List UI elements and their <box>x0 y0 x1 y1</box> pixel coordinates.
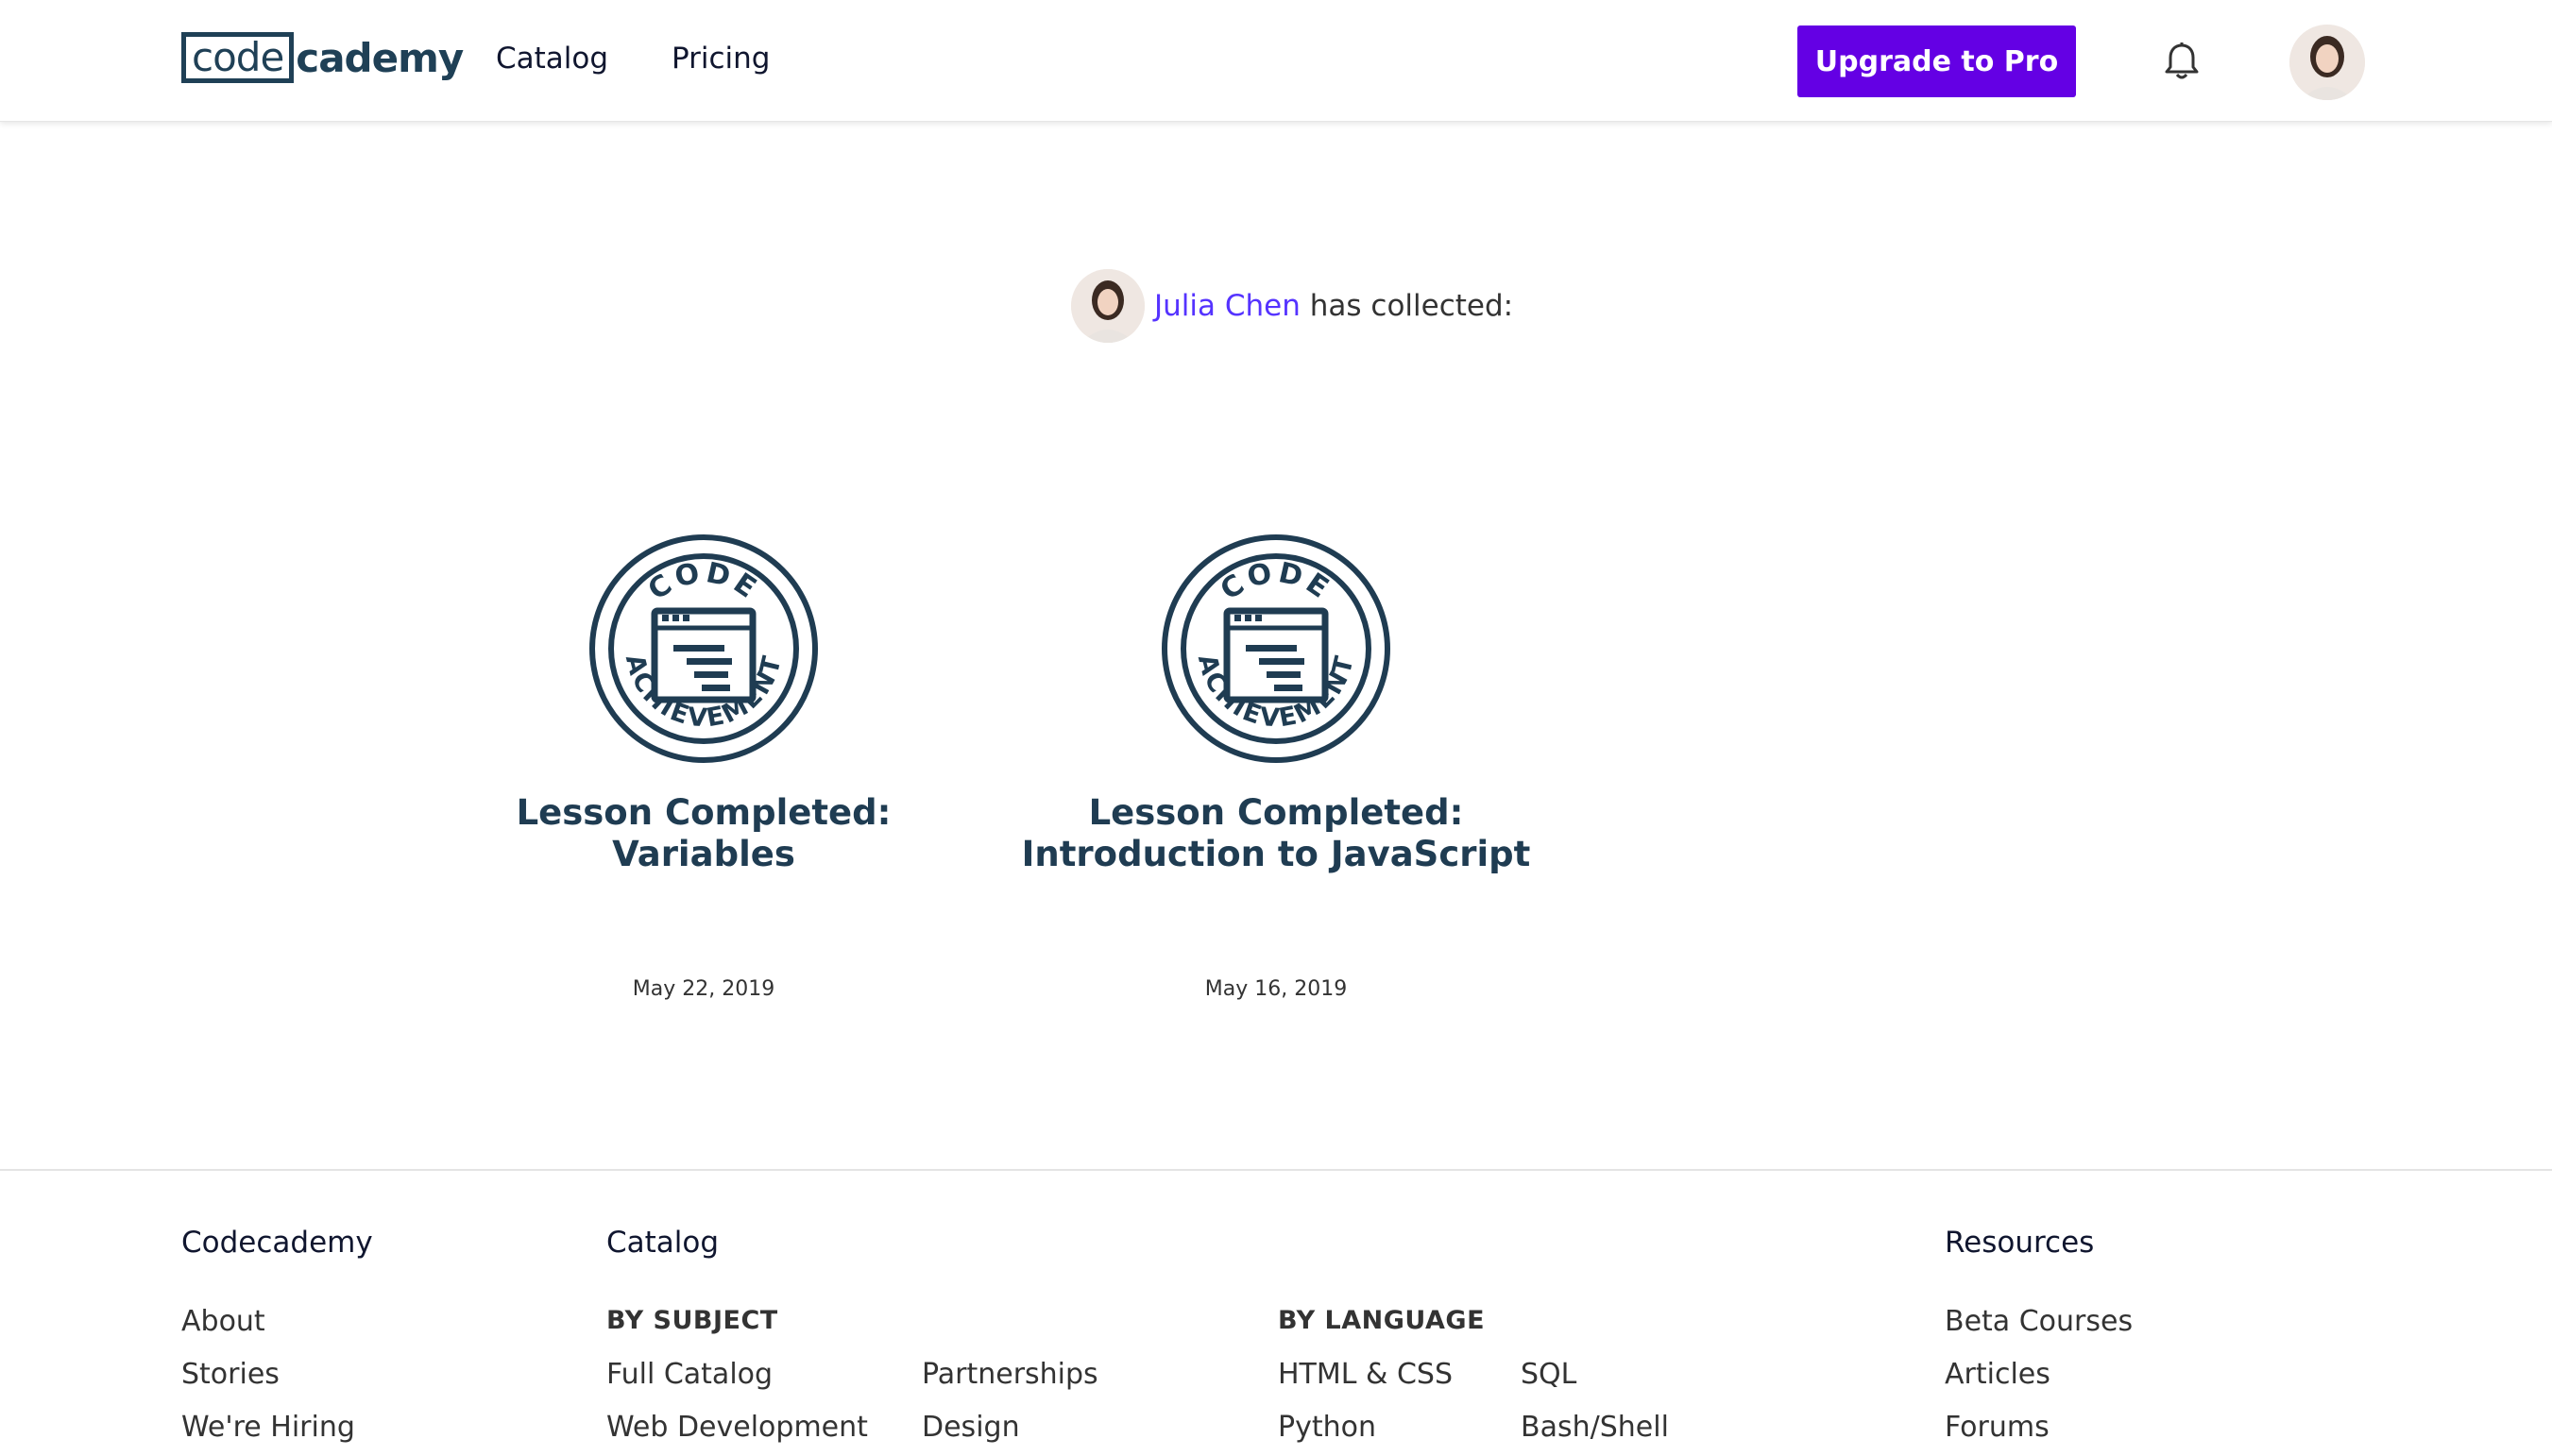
footer-link-python[interactable]: Python <box>1278 1411 1376 1444</box>
footer-catalog-heading: Catalog <box>606 1226 720 1260</box>
collected-text: has collected: <box>1309 289 1514 323</box>
footer-link-about[interactable]: About <box>181 1305 265 1338</box>
profile-avatar[interactable] <box>1071 269 1145 343</box>
footer-link-articles[interactable]: Articles <box>1945 1358 2050 1391</box>
profile-user-link[interactable]: Julia Chen <box>1154 289 1301 323</box>
footer-link-design[interactable]: Design <box>922 1411 1020 1444</box>
footer-link-full-catalog[interactable]: Full Catalog <box>606 1358 773 1391</box>
footer-resources-heading: Resources <box>1945 1226 2095 1260</box>
footer-link-beta-courses[interactable]: Beta Courses <box>1945 1305 2133 1338</box>
code-achievement-badge-icon: CODE ACHIEVEMENT <box>1162 534 1390 763</box>
footer-link-sql[interactable]: SQL <box>1521 1358 1576 1391</box>
footer-by-language-label: BY LANGUAGE <box>1278 1306 1486 1335</box>
bell-icon[interactable] <box>2163 42 2201 81</box>
site-footer: Codecademy About Stories We're Hiring Ca… <box>0 1169 2552 1456</box>
code-achievement-badge-icon: CODE ACHIEVEMENT <box>589 534 818 763</box>
footer-by-subject-label: BY SUBJECT <box>606 1306 778 1335</box>
footer-codecademy-heading: Codecademy <box>181 1226 373 1260</box>
footer-link-partnerships[interactable]: Partnerships <box>922 1358 1098 1391</box>
user-avatar[interactable] <box>2289 25 2365 100</box>
footer-link-stories[interactable]: Stories <box>181 1358 280 1391</box>
nav-catalog-link[interactable]: Catalog <box>496 42 608 76</box>
logo-code-text: code <box>181 32 295 83</box>
collected-statement: Julia Chen has collected: <box>1154 289 1513 323</box>
footer-link-web-development[interactable]: Web Development <box>606 1411 868 1444</box>
footer-link-hiring[interactable]: We're Hiring <box>181 1411 355 1444</box>
codecademy-logo[interactable]: code cademy <box>181 30 464 85</box>
achievement-card[interactable]: CODE ACHIEVEMENT Lesson Completed: Varia… <box>439 533 968 1001</box>
achievement-date: May 16, 2019 <box>1204 977 1348 1001</box>
top-navbar: code cademy Catalog Pricing Upgrade to Pr… <box>0 0 2552 122</box>
footer-link-html-css[interactable]: HTML & CSS <box>1278 1358 1453 1391</box>
footer-link-forums[interactable]: Forums <box>1945 1411 2050 1444</box>
achievement-card[interactable]: CODE ACHIEVEMENT Lesson Completed: Intro… <box>1012 533 1540 1001</box>
achievement-title: Lesson Completed: Variables <box>516 792 892 874</box>
logo-cademy-text: cademy <box>296 34 464 81</box>
achievement-date: May 22, 2019 <box>632 977 775 1001</box>
upgrade-to-pro-button[interactable]: Upgrade to Pro <box>1797 25 2076 97</box>
footer-link-bash-shell[interactable]: Bash/Shell <box>1521 1411 1669 1444</box>
nav-pricing-link[interactable]: Pricing <box>672 42 771 76</box>
achievement-title: Lesson Completed: Introduction to JavaSc… <box>1021 792 1531 874</box>
